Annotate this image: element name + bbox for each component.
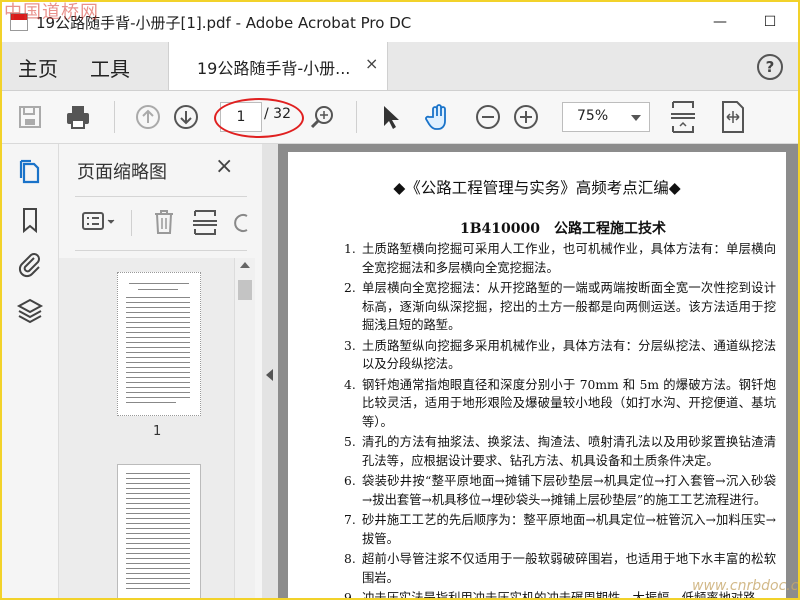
close-tab-icon[interactable]: ×	[365, 54, 378, 73]
title-bar: 19公路随手背-小册子[1].pdf - Adobe Acrobat Pro D…	[2, 2, 798, 42]
pdf-page: ◆《公路工程管理与实务》高频考点汇编◆ 1B410000 公路工程施工技术 1.…	[288, 152, 786, 598]
left-icon-rail	[2, 144, 59, 598]
maximize-button[interactable]: ☐	[750, 10, 790, 34]
next-page-icon[interactable]	[172, 103, 200, 131]
zoom-out-icon[interactable]	[474, 103, 502, 131]
document-item-number: 2.	[344, 281, 356, 295]
options-menu-icon[interactable]	[81, 210, 119, 234]
app-window: 19公路随手背-小册子[1].pdf - Adobe Acrobat Pro D…	[0, 0, 800, 600]
document-item: 5. 清孔的方法有抽浆法、换浆法、掏渣法、喷射清孔法以及用砂浆置换钻渣清孔法等，应…	[344, 433, 776, 470]
document-item-text: 土质路堑纵向挖掘多采用机械作业，具体方法有：分层纵挖法、通道纵挖法以及分段纵挖法…	[362, 338, 776, 372]
tab-document[interactable]: 19公路随手背-小册... ×	[168, 42, 388, 90]
document-item: 4. 钢钎炮通常指炮眼直径和深度分别小于 70mm 和 5m 的爆破方法。钢钎炮比…	[344, 376, 776, 432]
rotate-page-icon[interactable]	[233, 208, 249, 236]
minimize-button[interactable]: —	[700, 10, 740, 34]
panel-collapse-strip[interactable]	[262, 144, 278, 598]
document-item-number: 8.	[344, 552, 356, 566]
panel-toolbar	[59, 202, 262, 242]
tab-document-label: 19公路随手背-小册...	[197, 59, 351, 78]
toolbar: 1 / 32 75%	[2, 91, 798, 144]
document-item-text: 土质路堑横向挖掘可采用人工作业，也可机械作业，具体方法有：单层横向全宽挖掘法和多…	[362, 242, 776, 275]
chevron-down-icon	[631, 115, 641, 121]
page-thumbnails-icon[interactable]	[16, 158, 44, 186]
layers-icon[interactable]	[16, 296, 44, 324]
document-item-number: 4.	[344, 377, 356, 392]
document-item: 6. 袋装砂井按“整平原地面→摊铺下层砂垫层→机具定位→打入套管→沉入砂袋→拔出套…	[344, 472, 776, 509]
document-item-text: 清孔的方法有抽浆法、换浆法、掏渣法、喷射清孔法以及用砂浆置换钻渣清孔法等，应根据…	[362, 435, 776, 468]
document-section-heading: 1B410000 公路工程施工技术	[459, 221, 667, 237]
document-item: 7. 砂井施工工艺的先后顺序为：整平原地面→机具定位→桩管沉入→加料压实→拔管。	[344, 511, 776, 548]
attachment-icon[interactable]	[16, 250, 44, 278]
document-item-list: 1. 土质路堑横向挖掘可采用人工作业，也可机械作业，具体方法有：单层横向全宽挖掘法…	[344, 240, 776, 600]
panel-title: 页面缩略图	[77, 162, 167, 183]
page-thumbnail-1[interactable]	[117, 272, 201, 416]
scrollbar-thumb[interactable]	[238, 280, 252, 300]
watermark-top: 中国道桥网	[4, 2, 99, 23]
nav-tabs-bar: 主页 工具 19公路随手背-小册... × ?	[2, 42, 798, 91]
thumbnails-scrollbar[interactable]	[234, 258, 255, 598]
document-item: 3. 土质路堑纵向挖掘多采用机械作业，具体方法有：分层纵挖法、通道纵挖法以及分段纵…	[344, 337, 776, 374]
tab-tools[interactable]: 工具	[90, 53, 130, 82]
thumbnails-panel: 页面缩略图 × 1	[59, 144, 262, 598]
document-view: ◆《公路工程管理与实务》高频考点汇编◆ 1B410000 公路工程施工技术 1.…	[278, 144, 798, 598]
zoom-in-icon[interactable]	[512, 103, 540, 131]
watermark-bottom: www.cnrbdoc.com	[692, 578, 799, 594]
fit-page-icon[interactable]	[668, 99, 698, 135]
help-icon[interactable]: ?	[757, 54, 783, 80]
document-item-text: 砂井施工工艺的先后顺序为：整平原地面→机具定位→桩管沉入→加料压实→拔管。	[362, 513, 776, 546]
document-item-number: 1.	[344, 242, 356, 256]
close-panel-icon[interactable]: ×	[215, 154, 233, 179]
extract-pages-icon[interactable]	[191, 208, 219, 236]
thumbnails-list: 1	[59, 258, 234, 598]
select-cursor-icon[interactable]	[376, 103, 404, 131]
save-icon[interactable]	[16, 103, 44, 131]
document-item-number: 3.	[344, 338, 356, 353]
document-item-text: 袋装砂井按“整平原地面→摊铺下层砂垫层→机具定位→打入套管→沉入砂袋→拔出套管→…	[362, 474, 776, 507]
delete-page-icon[interactable]	[151, 208, 177, 236]
tab-home[interactable]: 主页	[18, 53, 58, 82]
highlight-ellipse	[214, 98, 304, 138]
zoom-level-value: 75%	[577, 108, 609, 124]
collapse-arrow-icon[interactable]	[266, 369, 273, 381]
document-item-text: 单层横向全宽挖掘法：从开挖路堑的一端或两端按断面全宽一次性挖到设计标高，逐渐向纵…	[362, 281, 776, 332]
previous-page-icon[interactable]	[134, 103, 162, 131]
document-item-number: 7.	[344, 513, 356, 527]
hand-tool-icon[interactable]	[424, 103, 452, 131]
scroll-up-icon[interactable]	[240, 262, 250, 268]
thumbnail-page-label: 1	[153, 424, 162, 439]
document-item-number: 5.	[344, 435, 356, 449]
document-item-number: 6.	[344, 474, 356, 488]
document-item-number: 9.	[344, 591, 356, 600]
print-icon[interactable]	[64, 103, 92, 131]
bookmark-icon[interactable]	[16, 206, 44, 234]
document-item: 1. 土质路堑横向挖掘可采用人工作业，也可机械作业，具体方法有：单层横向全宽挖掘法…	[344, 240, 776, 277]
document-title: ◆《公路工程管理与实务》高频考点汇编◆	[393, 179, 681, 197]
document-item-text: 钢钎炮通常指炮眼直径和深度分别小于 70mm 和 5m 的爆破方法。钢钎炮比较灵…	[362, 377, 776, 429]
document-item: 2. 单层横向全宽挖掘法：从开挖路堑的一端或两端按断面全宽一次性挖到设计标高，逐渐…	[344, 279, 776, 335]
page-thumbnail-2[interactable]	[117, 464, 201, 598]
zoom-level-select[interactable]: 75%	[562, 102, 650, 132]
zoom-marquee-icon[interactable]	[308, 103, 336, 131]
read-mode-icon[interactable]	[718, 99, 748, 135]
